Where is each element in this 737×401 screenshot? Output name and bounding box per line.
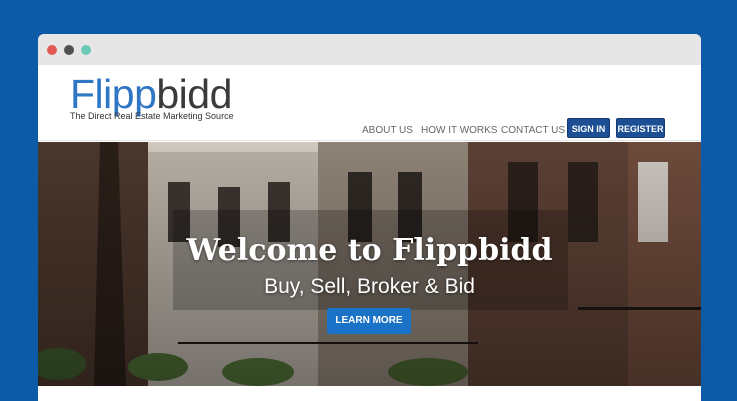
- browser-window: Flippbidd The Direct Real Estate Marketi…: [38, 34, 701, 401]
- browser-titlebar: [38, 34, 701, 65]
- nav-contact-us[interactable]: CONTACT US: [501, 125, 565, 136]
- hero-banner: Welcome to Flippbidd Buy, Sell, Broker &…: [38, 142, 701, 386]
- register-button[interactable]: REGISTER: [616, 118, 665, 138]
- sign-in-button[interactable]: SIGN IN: [567, 118, 610, 138]
- learn-more-button[interactable]: LEARN MORE: [327, 308, 411, 334]
- nav-about-us[interactable]: ABOUT US: [362, 125, 413, 136]
- maximize-window-icon[interactable]: [81, 45, 91, 55]
- hero-title: Welcome to Flippbidd: [186, 233, 553, 268]
- hero-subtitle: Buy, Sell, Broker & Bid: [264, 275, 475, 298]
- site-header: Flippbidd The Direct Real Estate Marketi…: [38, 65, 701, 140]
- header-divider: [38, 140, 701, 141]
- minimize-window-icon[interactable]: [64, 45, 74, 55]
- tagline: The Direct Real Estate Marketing Source: [70, 111, 234, 121]
- close-window-icon[interactable]: [47, 45, 57, 55]
- nav-how-it-works[interactable]: HOW IT WORKS: [421, 125, 497, 136]
